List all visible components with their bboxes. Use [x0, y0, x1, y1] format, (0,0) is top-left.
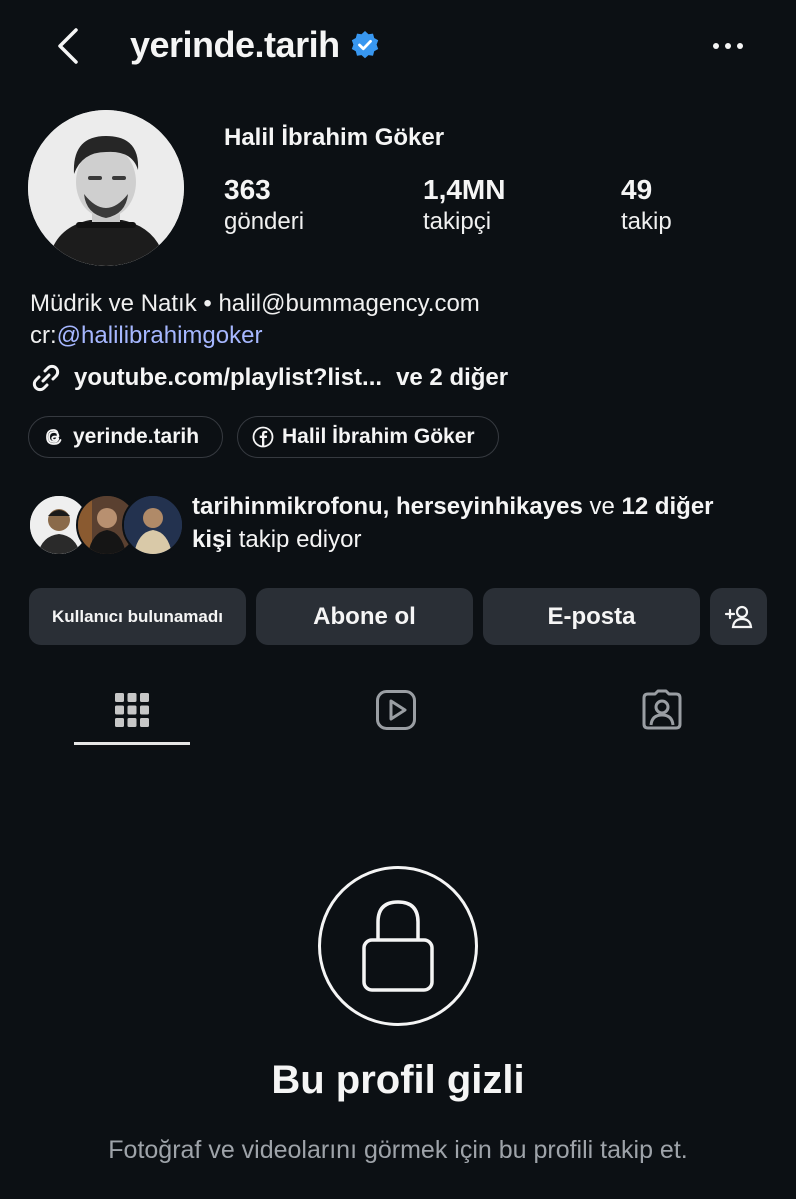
add-user-button[interactable] — [710, 588, 767, 645]
private-profile-subtitle: Fotoğraf ve videolarını görmek için bu p… — [108, 1136, 688, 1164]
threads-icon — [46, 429, 62, 445]
link-more: ve 2 diğer — [396, 364, 509, 391]
stat-posts-value: 363 — [224, 174, 271, 205]
reels-play-icon — [376, 690, 416, 730]
verified-badge-icon — [351, 31, 378, 59]
back-button[interactable] — [50, 24, 90, 68]
tagged-person-icon — [642, 689, 682, 730]
avatar-photo — [28, 110, 184, 266]
facebook-chip[interactable]: Halil İbrahim Göker — [237, 416, 499, 458]
mutual-count: 12 diğer — [621, 493, 714, 520]
bio-line-1: Müdrik ve Natık • halil@bummagency.com — [30, 290, 480, 317]
header-title: yerinde.tarih — [130, 24, 380, 66]
threads-chip-label: yerinde.tarih — [73, 425, 200, 448]
chevron-left-icon — [58, 28, 78, 64]
mutual-followers-avatars[interactable] — [28, 494, 184, 556]
user-not-found-button[interactable]: Kullanıcı bulunamadı — [29, 588, 246, 645]
stat-following[interactable]: 49 takip — [621, 174, 672, 236]
stat-following-value: 49 — [621, 174, 653, 205]
mutual-line2-bold: kişi — [192, 526, 233, 553]
lock-icon — [362, 900, 434, 992]
link-icon — [32, 364, 60, 392]
person-add-icon — [724, 605, 752, 628]
username: yerinde.tarih — [130, 24, 340, 65]
external-links[interactable]: youtube.com/playlist?list... ve 2 diğer — [30, 362, 508, 394]
mutual-line2-rest: takip ediyor — [232, 526, 362, 553]
tab-tagged[interactable] — [604, 682, 720, 738]
bio: Müdrik ve Natık • halil@bummagency.com c… — [30, 288, 480, 352]
subscribe-button[interactable]: Abone ol — [256, 588, 473, 645]
bio-prefix: cr: — [30, 322, 57, 349]
stat-posts[interactable]: 363 gönderi — [224, 174, 304, 236]
threads-chip[interactable]: yerinde.tarih — [28, 416, 223, 458]
active-tab-indicator — [74, 742, 190, 745]
bio-mention-link[interactable]: @halilibrahimgoker — [57, 322, 263, 349]
email-button[interactable]: E-posta — [483, 588, 700, 645]
more-horizontal-icon — [713, 43, 743, 49]
mutual-followers-text[interactable]: tarihinmikrofonu, herseyinhikayes ve 12 … — [192, 490, 772, 556]
facebook-chip-label: Halil İbrahim Göker — [282, 425, 475, 448]
private-lock-circle — [318, 866, 478, 1026]
stat-followers[interactable]: 1,4MN takipçi — [423, 174, 505, 236]
mutual-names: tarihinmikrofonu, herseyinhikayes — [192, 493, 583, 520]
mutual-avatar-3 — [122, 494, 184, 556]
grid-icon — [115, 693, 149, 727]
private-profile-title: Bu profil gizli — [271, 1058, 525, 1102]
bio-line-2: cr:@halilibrahimgoker — [30, 320, 480, 352]
display-name: Halil İbrahim Göker — [224, 124, 445, 151]
profile-avatar[interactable] — [28, 110, 184, 266]
mutual-and: ve — [582, 493, 622, 520]
facebook-icon — [252, 426, 274, 448]
more-options-button[interactable] — [706, 34, 750, 58]
stat-followers-label: takipçi — [423, 208, 492, 235]
tab-reels[interactable] — [338, 682, 454, 738]
stat-posts-label: gönderi — [224, 208, 305, 235]
stat-followers-value: 1,4MN — [423, 174, 506, 205]
link-text: youtube.com/playlist?list... — [74, 364, 383, 391]
tab-grid[interactable] — [74, 682, 190, 738]
stat-following-label: takip — [621, 208, 672, 235]
